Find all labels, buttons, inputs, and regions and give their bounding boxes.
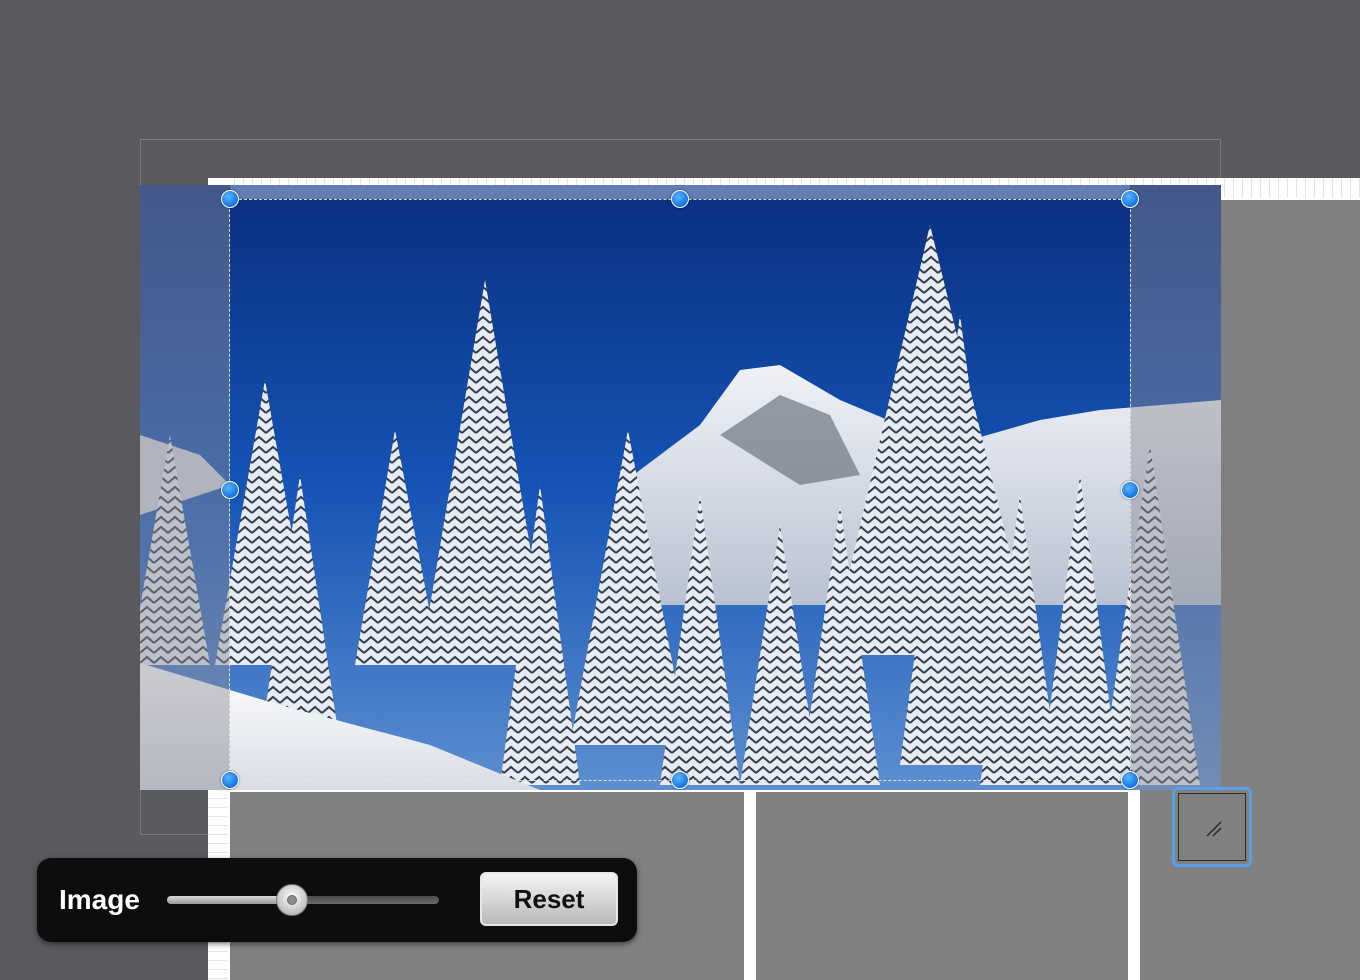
hud-image-label: Image (59, 884, 140, 915)
resize-grip-icon[interactable] (1205, 820, 1223, 838)
handle-top-middle[interactable] (671, 190, 689, 208)
handle-middle-right[interactable] (1121, 481, 1139, 499)
handle-top-right[interactable] (1121, 190, 1139, 208)
image-size-slider[interactable] (167, 884, 439, 916)
image-resize-box[interactable] (1172, 787, 1252, 867)
canvas: Image Reset (0, 0, 1360, 980)
image-mask-selection[interactable] (229, 199, 1131, 781)
handle-top-left[interactable] (221, 190, 239, 208)
image-mask-hud: Image Reset (37, 858, 637, 942)
handle-bottom-left[interactable] (221, 771, 239, 789)
crop-overlay-left (140, 185, 230, 790)
crop-overlay-right (1130, 185, 1221, 790)
reset-button[interactable]: Reset (480, 872, 618, 926)
table-cell (756, 792, 1128, 980)
handle-middle-left[interactable] (221, 481, 239, 499)
slider-thumb[interactable] (276, 884, 309, 916)
handle-bottom-right[interactable] (1121, 771, 1139, 789)
slider-fill (167, 896, 293, 904)
handle-bottom-middle[interactable] (671, 771, 689, 789)
